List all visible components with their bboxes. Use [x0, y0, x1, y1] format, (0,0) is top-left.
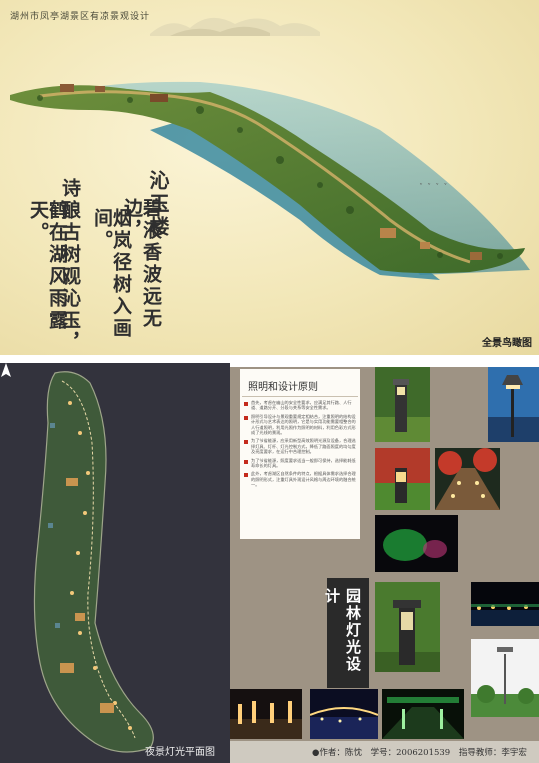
plaza-night-photo	[230, 689, 302, 739]
aerial-board: 湖州市凤亭湖景区有凉景观设计 ᵛ ᵛ ᵛ ᵛ 沁玉楼 碧液香波远无边， 烟岚径树…	[0, 0, 539, 355]
green-uplight-photo	[375, 515, 458, 572]
bridge-night-photo	[310, 689, 378, 739]
author-info: ●作者：陈忱 学号：2006201539 指导教师：李宇宏	[312, 746, 533, 758]
principles-divider	[242, 396, 358, 397]
lawn-lamp-photo	[375, 367, 430, 442]
principles-title: 照明和设计原则	[248, 382, 318, 393]
solar-street-lamp-photo	[471, 639, 539, 717]
bullet-icon	[244, 415, 248, 420]
birds-decoration: ᵛ ᵛ ᵛ ᵛ	[420, 182, 449, 189]
bullet-icon	[244, 402, 248, 406]
author-name: ●作者：陈忱	[312, 748, 362, 758]
poster: 湖州市凤亭湖景区有凉景观设计 ᵛ ᵛ ᵛ ᵛ 沁玉楼 碧液香波远无边， 烟岚径树…	[0, 0, 539, 763]
aerial-view-label: 全景鸟瞰图	[482, 338, 532, 349]
principle-item: 首先，考虑在幽山的安全性要求，应满足其行路、人行道、道路分开、分段与关系等安全性…	[244, 400, 358, 411]
night-lighting-plan: 夜景灯光平面图	[0, 363, 230, 763]
corridor-green-light-photo	[382, 689, 464, 739]
section-title-box: 园林灯光设计	[323, 578, 369, 688]
student-id: 学号：2006201539	[370, 748, 451, 758]
lit-pathway-photo	[435, 448, 500, 510]
bullet-icon	[244, 440, 248, 445]
principles-card: 照明和设计原则 首先，考虑在幽山的安全性要求，应满足其行路、人行道、道路分开、分…	[240, 369, 360, 539]
ink-mountains	[150, 17, 320, 36]
poster-title: 湖州市凤亭湖景区有凉景观设计	[10, 12, 151, 22]
poem-line-2: 烟岚径树入画间。	[91, 208, 132, 340]
bollard-lamp-photo	[375, 582, 440, 672]
bullet-icon	[244, 473, 248, 478]
advisor: 指导教师：李宇宏	[458, 748, 527, 758]
principle-item: 为了节省能源，照度要求适当一般即可保持，选择能耗低寿命长的灯具。	[244, 458, 358, 469]
garden-lamp-photo	[375, 448, 430, 510]
principle-item: 照明引导设计与景观重要规定相结合，注重照明的结构设计形式与艺术表达的照明，它是与…	[244, 414, 358, 436]
north-arrow-icon	[1, 363, 11, 377]
waterfront-night-photo	[471, 582, 539, 626]
street-lamp-photo	[488, 367, 539, 442]
plan-label: 夜景灯光平面图	[145, 747, 215, 758]
principle-item: 此外，考虑湖区自然条件的特点，根据具体需求选择合理的照明形式，注重灯具外观设计风…	[244, 471, 358, 487]
section-title: 园林灯光设计	[323, 588, 362, 673]
plan-drawing	[33, 371, 154, 753]
principles-list: 首先，考虑在幽山的安全性要求，应满足其行路、人行道、道路分开、分段与关系等安全性…	[244, 400, 358, 535]
bullet-icon	[244, 459, 248, 464]
principle-item: 为了节省能源，应采用新型高效照明光源及设备，合理选择灯具、灯杆、灯光控制方式，降…	[244, 438, 358, 454]
poem-line-4: 鹤在湖风雨露天。	[27, 200, 68, 332]
lighting-design-panel: 照明和设计原则 首先，考虑在幽山的安全性要求，应满足其行路、人行道、道路分开、分…	[230, 363, 539, 763]
